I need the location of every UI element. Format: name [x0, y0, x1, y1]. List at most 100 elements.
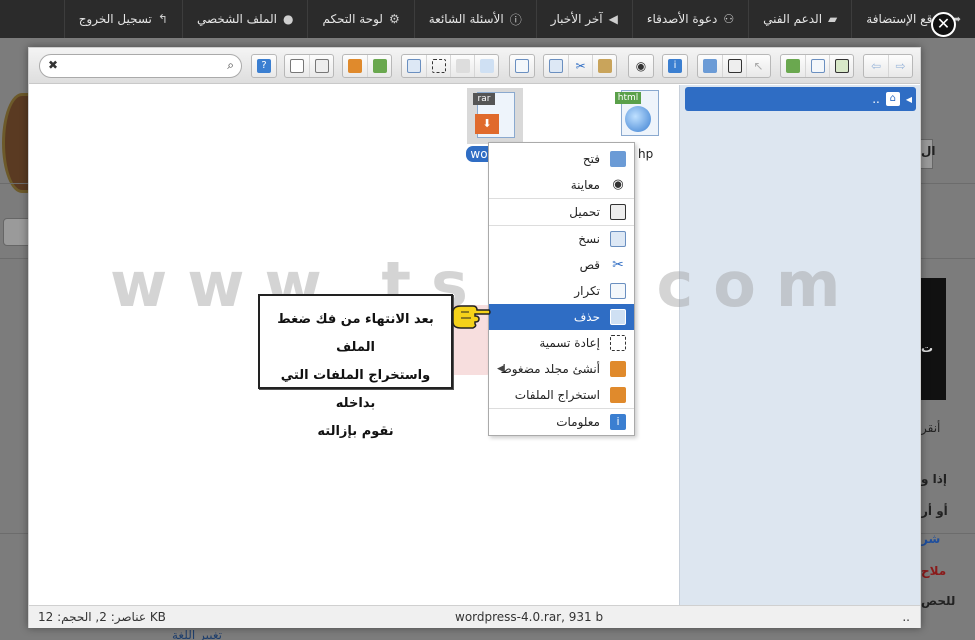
menu-item-open[interactable]: فتح — [489, 146, 634, 172]
background-text: أو أر — [921, 504, 948, 518]
view-list-button[interactable] — [309, 55, 333, 77]
menu-item-duplicate[interactable]: تكرار — [489, 278, 634, 304]
nav-hosting-site[interactable]: موقع الإستضافة ➦ — [851, 0, 975, 38]
tree-root-item[interactable]: ◀ ⌂ .. — [685, 87, 916, 111]
paste-button[interactable] — [592, 55, 616, 77]
menu-label: إعادة تسمية — [539, 336, 600, 350]
toolbar-group-clipboard: ✂ — [543, 54, 617, 78]
megaphone-icon: ◀ — [608, 12, 618, 26]
menu-item-extract[interactable]: استخراج الملفات — [489, 382, 634, 408]
info-icon: ⓘ — [509, 12, 522, 27]
new-file-icon — [810, 59, 825, 73]
rename-button[interactable] — [426, 55, 450, 77]
copy-button[interactable] — [544, 55, 568, 77]
submenu-arrow-icon: ◀ — [497, 364, 504, 374]
file-item-html[interactable]: html hp — [594, 88, 684, 161]
copy-icon — [549, 59, 563, 73]
menu-item-rename[interactable]: إعادة تسمية — [489, 330, 634, 356]
grid-view-icon — [290, 59, 304, 73]
forward-button[interactable]: ⇨ — [888, 55, 912, 77]
nav-faq[interactable]: الأسئلة الشائعة ⓘ — [413, 0, 536, 38]
user-icon: ● — [282, 12, 294, 26]
background-text: أنقر — [921, 421, 941, 435]
nav-invite-friends[interactable]: دعوة الأصدقاء ⚇ — [631, 0, 748, 38]
menu-item-create-archive[interactable]: أنشئ مجلد مضغوط ◀ — [489, 356, 634, 382]
new-folder-button[interactable] — [829, 55, 853, 77]
status-selected-file: wordpress-4.0.rar, 931 b — [455, 610, 604, 624]
nav-latest-news[interactable]: آخر الأخبار ◀ — [535, 0, 632, 38]
trash-icon — [610, 309, 626, 325]
nav-profile[interactable]: الملف الشخصي ● — [181, 0, 307, 38]
nav-control-panel[interactable]: لوحة التحكم ⚙ — [307, 0, 413, 38]
background-text: ت — [921, 341, 934, 355]
extract-icon — [348, 59, 362, 73]
toolbar-group-view — [284, 54, 334, 78]
menu-label: تحميل — [569, 205, 600, 219]
menu-item-delete[interactable]: حذف — [489, 304, 634, 330]
toolbar-group-help: ? — [251, 54, 277, 78]
nav-support[interactable]: الدعم الفني ▰ — [748, 0, 851, 38]
preview-button[interactable]: ◉ — [629, 55, 653, 77]
nav-label: تسجيل الخروج — [78, 12, 152, 26]
duplicate-icon — [610, 283, 626, 299]
open-icon — [703, 59, 717, 73]
status-bar: عناصر: 2, الحجم: 12 KB wordpress-4.0.rar… — [29, 605, 920, 628]
menu-item-cut[interactable]: ✂ قص — [489, 252, 634, 278]
extract-button[interactable] — [343, 55, 367, 77]
toolbar-group-archive — [342, 54, 392, 78]
delete-button[interactable] — [510, 55, 534, 77]
rar-file-icon: rar ⬇ — [467, 88, 523, 144]
back-button[interactable]: ⇦ — [864, 55, 888, 77]
clear-search-icon[interactable]: ✖ — [48, 58, 58, 72]
search-field[interactable]: ✖ ⌕ — [39, 54, 242, 78]
close-dialog-button[interactable]: ✕ — [931, 12, 956, 37]
logout-arrow-icon: ↰ — [157, 12, 168, 26]
open-button[interactable] — [698, 55, 722, 77]
menu-item-copy[interactable]: نسخ — [489, 226, 634, 252]
toolbar-group-preview: ◉ — [628, 54, 654, 78]
download-button[interactable] — [722, 55, 746, 77]
resize-icon — [479, 59, 494, 73]
edit-button[interactable] — [450, 55, 474, 77]
change-language-link[interactable]: تغيير اللغة — [172, 628, 222, 640]
tutorial-annotation: بعد الانتهاء من فك ضغط الملف واستخراج ال… — [258, 294, 453, 439]
info-button[interactable]: i — [663, 55, 687, 77]
save-icon — [727, 59, 742, 73]
menu-item-download[interactable]: تحميل — [489, 199, 634, 225]
paste-icon — [597, 59, 612, 73]
status-path: .. — [902, 610, 910, 624]
select-button[interactable]: ↖ — [746, 55, 770, 77]
cut-button[interactable]: ✂ — [568, 55, 592, 77]
scissors-icon: ✂ — [612, 257, 624, 273]
duplicate-icon — [407, 59, 421, 73]
upload-icon — [786, 59, 800, 73]
background-text: للحص — [921, 594, 956, 608]
view-icons-button[interactable] — [285, 55, 309, 77]
menu-item-preview[interactable]: ◉ معاينة — [489, 172, 634, 198]
duplicate-button[interactable] — [402, 55, 426, 77]
cursor-icon: ↖ — [753, 59, 764, 73]
resize-button[interactable] — [474, 55, 498, 77]
upload-button[interactable] — [781, 55, 805, 77]
new-folder-icon — [834, 59, 849, 73]
help-button[interactable]: ? — [252, 55, 276, 77]
menu-label: نسخ — [578, 232, 600, 246]
toolbar-group-file: ↖ — [697, 54, 771, 78]
archive-icon — [610, 361, 626, 377]
toolbar-group-delete — [509, 54, 535, 78]
menu-item-info[interactable]: i معلومات — [489, 409, 634, 435]
users-icon: ⚇ — [723, 12, 735, 26]
home-icon: ⌂ — [885, 92, 900, 106]
archive-button[interactable] — [367, 55, 391, 77]
menu-label: تكرار — [574, 284, 600, 298]
gear-icon: ⚙ — [388, 12, 400, 26]
extract-icon — [610, 387, 626, 403]
search-icon[interactable]: ⌕ — [227, 58, 234, 73]
menu-label: أنشئ مجلد مضغوط — [500, 362, 600, 376]
file-name: hp — [638, 147, 654, 161]
menu-label: فتح — [582, 152, 600, 166]
edit-file-icon — [455, 59, 470, 73]
nav-logout[interactable]: تسجيل الخروج ↰ — [63, 0, 182, 38]
new-file-button[interactable] — [805, 55, 829, 77]
context-menu: فتح ◉ معاينة تحميل نسخ ✂ قص تكرار حذف إعاد… — [488, 142, 635, 436]
